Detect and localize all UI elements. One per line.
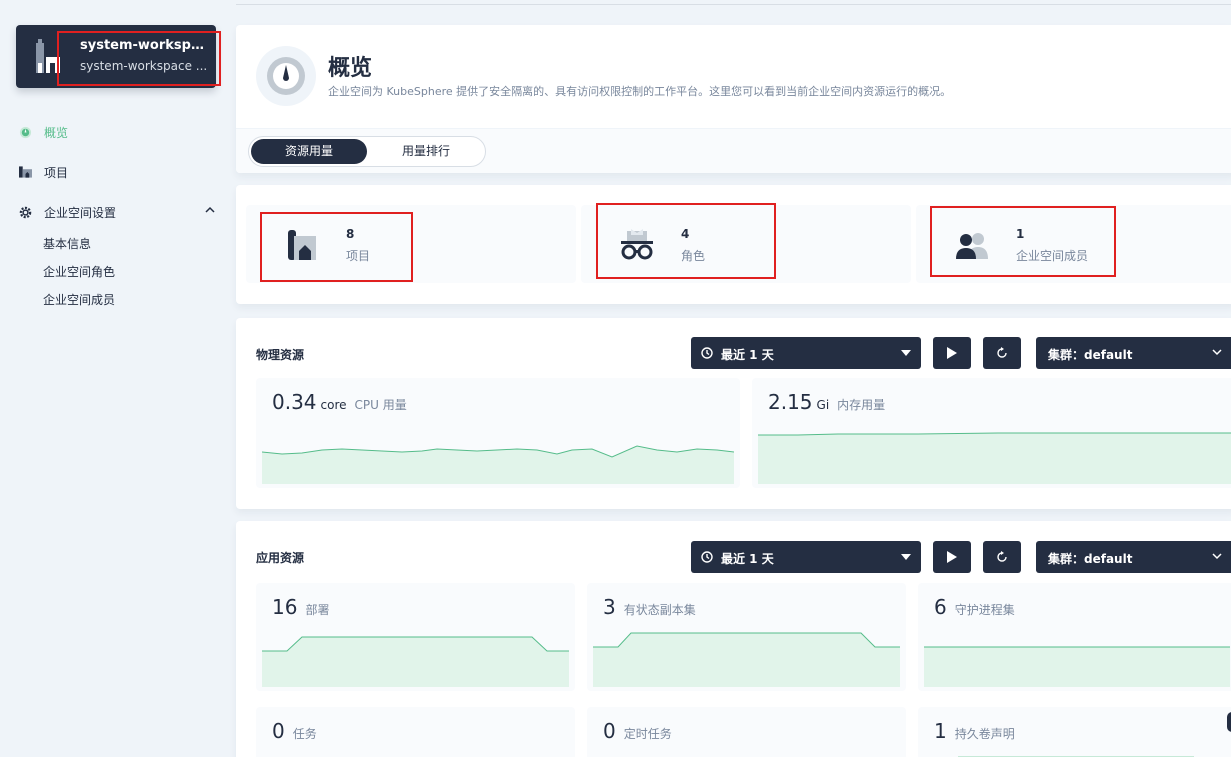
chevron-down-icon — [1212, 349, 1222, 356]
floating-toolbox-handle[interactable] — [1227, 712, 1231, 732]
metric-value: 16 — [272, 595, 298, 619]
caret-down-icon — [901, 554, 911, 560]
sidebar-item-label: 概览 — [44, 125, 69, 140]
metric-label: 部署 — [305, 603, 330, 617]
time-range-label: 最近 1 天 — [721, 348, 774, 362]
section-title: 物理资源 — [256, 348, 305, 362]
metric-value: 0 — [603, 719, 616, 743]
page-description: 企业空间为 KubeSphere 提供了安全隔离的、具有访问权限控制的工作平台。… — [328, 85, 952, 98]
refresh-icon — [997, 347, 1007, 358]
metric-jobs: 0 任务 — [256, 707, 575, 757]
top-divider — [236, 4, 1231, 5]
physical-resources-card: 物理资源 最近 1 天 集群：default 0.34 core CPU 用量 2.… — [236, 318, 1231, 509]
tab-bar: 资源用量 用量排行 — [236, 128, 1231, 173]
project-icon — [16, 163, 34, 181]
caret-down-icon — [901, 350, 911, 356]
chevron-down-icon — [1212, 553, 1222, 560]
metric-label: 守护进程集 — [954, 603, 1015, 617]
metric-value: 3 — [603, 595, 616, 619]
metric-value: 2.15 — [768, 390, 813, 414]
tab-usage-ranking[interactable]: 用量排行 — [369, 139, 483, 164]
sidebar-item-projects[interactable]: 项目 — [16, 152, 221, 192]
metric-label: 任务 — [292, 727, 317, 741]
page-title: 概览 — [328, 56, 373, 81]
sidebar-nav: 概览 项目 企业空间设置 基本信息 企业空间角色 企业空间成员 — [16, 112, 221, 314]
metric-memory: 2.15 Gi 内存用量 — [752, 378, 1231, 488]
tab-resource-usage[interactable]: 资源用量 — [251, 139, 367, 164]
time-range-select[interactable]: 最近 1 天 — [691, 541, 921, 573]
settings-submenu: 基本信息 企业空间角色 企业空间成员 — [16, 230, 221, 314]
time-range-select[interactable]: 最近 1 天 — [691, 337, 921, 369]
metric-label: 持久卷声明 — [954, 727, 1015, 741]
refresh-button[interactable] — [983, 337, 1021, 369]
sidebar-item-label: 企业空间设置 — [44, 205, 117, 220]
clock-icon — [701, 551, 713, 563]
cpu-sparkline — [262, 445, 734, 484]
cluster-select[interactable]: 集群：default — [1036, 337, 1231, 369]
refresh-button[interactable] — [983, 541, 1021, 573]
metric-unit: core — [320, 398, 347, 412]
play-button[interactable] — [933, 541, 971, 573]
play-icon — [947, 551, 957, 563]
metric-value: 0 — [272, 719, 285, 743]
metric-daemonsets: 6 守护进程集 — [918, 583, 1231, 691]
play-button[interactable] — [933, 337, 971, 369]
metric-cronjobs: 0 定时任务 — [587, 707, 906, 757]
metric-statefulsets: 3 有状态副本集 — [587, 583, 906, 691]
sidebar-item-basic-info[interactable]: 基本信息 — [43, 230, 221, 258]
sidebar-item-workspace-roles[interactable]: 企业空间角色 — [43, 258, 221, 286]
stat-roles-highlight — [596, 203, 776, 279]
clock-icon — [701, 347, 713, 359]
metric-deployments: 16 部署 — [256, 583, 575, 691]
overview-header: 概览 企业空间为 KubeSphere 提供了安全隔离的、具有访问权限控制的工作… — [236, 25, 1231, 173]
metric-label: 内存用量 — [837, 398, 886, 412]
chevron-up-icon[interactable] — [205, 205, 215, 215]
daemonsets-sparkline — [924, 646, 1230, 687]
memory-sparkline — [758, 432, 1231, 484]
sidebar-item-workspace-members[interactable]: 企业空间成员 — [43, 286, 221, 314]
metric-value: 0.34 — [272, 390, 317, 414]
dashboard-icon — [256, 46, 316, 106]
sidebar-item-settings[interactable]: 企业空间设置 — [16, 192, 221, 232]
metric-unit: Gi — [816, 398, 830, 412]
cluster-label: 集群：default — [1048, 348, 1133, 362]
stat-projects-highlight — [260, 212, 413, 282]
play-icon — [947, 347, 957, 359]
cluster-label: 集群：default — [1048, 552, 1133, 566]
refresh-icon — [997, 551, 1007, 562]
stat-members-highlight — [930, 206, 1116, 277]
metric-pvcs: 1 持久卷声明 — [918, 707, 1231, 757]
dashboard-icon — [16, 123, 34, 141]
metric-label: 定时任务 — [623, 727, 672, 741]
metric-label: CPU 用量 — [354, 398, 407, 412]
application-resources-card: 应用资源 最近 1 天 集群：default 16 部署 3 有状态副本集 6 守护进… — [236, 521, 1231, 757]
statefulsets-sparkline — [593, 632, 900, 687]
sidebar-item-overview[interactable]: 概览 — [16, 112, 221, 152]
sidebar-item-label: 项目 — [44, 165, 69, 180]
metric-value: 1 — [934, 719, 947, 743]
metric-value: 6 — [934, 595, 947, 619]
tab-group: 资源用量 用量排行 — [248, 136, 486, 167]
metric-cpu: 0.34 core CPU 用量 — [256, 378, 740, 488]
workspace-name-highlight — [57, 31, 221, 86]
section-title: 应用资源 — [256, 551, 305, 565]
cluster-select[interactable]: 集群：default — [1036, 541, 1231, 573]
deployments-sparkline — [262, 636, 569, 687]
time-range-label: 最近 1 天 — [721, 552, 774, 566]
metric-label: 有状态副本集 — [623, 603, 696, 617]
gear-icon — [16, 203, 34, 221]
